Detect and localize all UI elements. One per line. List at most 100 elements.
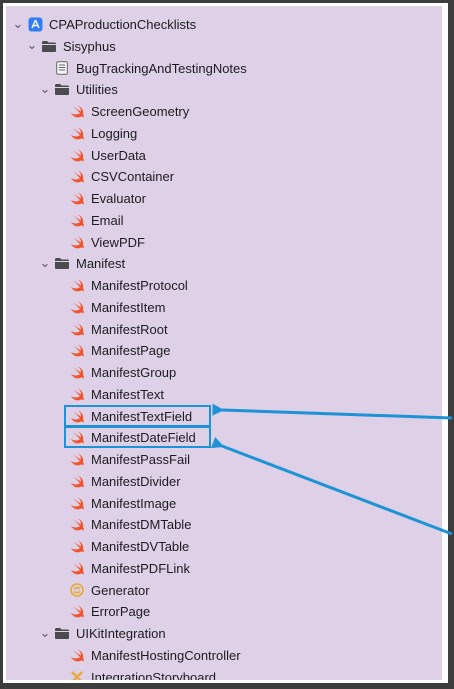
swift-icon xyxy=(69,300,85,314)
navigator-item-label: ManifestDateField xyxy=(91,430,196,446)
swift-icon xyxy=(69,126,85,140)
frame-shadow-right xyxy=(448,0,454,689)
navigator-item-uikitintegration[interactable]: ⌄ UIKitIntegration xyxy=(6,623,442,644)
swift-icon xyxy=(69,561,85,575)
navigator-item-label: Utilities xyxy=(76,82,118,98)
navigator-item-label: UIKitIntegration xyxy=(76,626,166,641)
swift-package-icon xyxy=(69,583,85,597)
navigator-item-label: ManifestPDFLink xyxy=(91,560,190,576)
swift-icon xyxy=(69,540,85,554)
navigator-item-label: Generator xyxy=(91,582,150,598)
navigator-item-generator[interactable]: Generator xyxy=(6,580,442,601)
navigator-item-manifestgroup[interactable]: ManifestGroup xyxy=(6,362,442,383)
text-file-icon xyxy=(54,61,70,75)
navigator-item-label: ManifestRoot xyxy=(91,321,168,337)
navigator-item-email[interactable]: Email xyxy=(6,210,442,231)
folder-icon xyxy=(54,627,70,641)
navigator-item-label: Logging xyxy=(91,125,138,141)
swift-icon xyxy=(69,474,85,488)
navigator-item-label: ManifestPage xyxy=(91,343,171,359)
chevron-down-icon[interactable]: ⌄ xyxy=(26,38,38,51)
navigator-item-label: CSVContainer xyxy=(91,169,175,185)
navigator-item-manifesttext[interactable]: ManifestText xyxy=(6,384,442,405)
navigator-item-label: Email xyxy=(91,212,124,228)
navigator-item-label: ManifestImage xyxy=(91,495,177,511)
navigator-item-cpaproductionchecklists[interactable]: ⌄ CPAProductionChecklists xyxy=(6,14,442,35)
frame-shadow-bottom xyxy=(0,683,454,689)
navigator-item-label: ManifestItem xyxy=(91,299,166,315)
navigator-item-manifestroot[interactable]: ManifestRoot xyxy=(6,319,442,340)
swift-icon xyxy=(69,322,85,336)
swift-icon xyxy=(69,344,85,358)
navigator-item-integrationstoryboard[interactable]: IntegrationStoryboard xyxy=(6,667,442,681)
navigator-item-label: ManifestText xyxy=(91,386,164,402)
project-navigator: ⌄ CPAProductionChecklists ⌄ Sisyphus BugTrac… xyxy=(6,6,442,680)
navigator-item-manifestpassfail[interactable]: ManifestPassFail xyxy=(6,449,442,470)
swift-icon xyxy=(69,518,85,532)
chevron-down-icon[interactable]: ⌄ xyxy=(39,256,51,269)
swift-icon xyxy=(69,431,85,445)
navigator-item-viewpdf[interactable]: ViewPDF xyxy=(6,232,442,253)
folder-icon xyxy=(41,39,57,53)
navigator-item-label: ViewPDF xyxy=(91,234,145,250)
swift-icon xyxy=(69,235,85,249)
navigator-item-errorpage[interactable]: ErrorPage xyxy=(6,601,442,622)
navigator-item-label: Evaluator xyxy=(91,191,146,206)
navigator-item-userdata[interactable]: UserData xyxy=(6,145,442,166)
navigator-item-sisyphus[interactable]: ⌄ Sisyphus xyxy=(6,36,442,57)
navigator-item-manifesthostingcontroller[interactable]: ManifestHostingController xyxy=(6,645,442,666)
swift-icon xyxy=(69,496,85,510)
navigator-item-utilities[interactable]: ⌄ Utilities xyxy=(6,79,442,100)
swift-icon xyxy=(69,170,85,184)
navigator-item-label: ManifestTextField xyxy=(91,408,193,424)
navigator-item-csvcontainer[interactable]: CSVContainer xyxy=(6,166,442,187)
navigator-item-manifestpdflink[interactable]: ManifestPDFLink xyxy=(6,558,442,579)
swift-icon xyxy=(69,453,85,467)
navigator-item-manifestpage[interactable]: ManifestPage xyxy=(6,340,442,361)
navigator-item-screengeometry[interactable]: ScreenGeometry xyxy=(6,101,442,122)
navigator-item-label: ManifestDivider xyxy=(91,473,181,489)
navigator-item-logging[interactable]: Logging xyxy=(6,123,442,144)
navigator-item-manifestitem[interactable]: ManifestItem xyxy=(6,297,442,318)
navigator-item-bugtrackingandtestingnotes[interactable]: BugTrackingAndTestingNotes xyxy=(6,58,442,79)
navigator-item-label: ManifestProtocol xyxy=(91,278,188,293)
chevron-down-icon[interactable]: ⌄ xyxy=(12,17,24,30)
navigator-item-label: ManifestDVTable xyxy=(91,539,190,554)
swift-icon xyxy=(69,648,85,662)
swift-icon xyxy=(69,605,85,619)
swift-icon xyxy=(69,387,85,401)
navigator-item-label: CPAProductionChecklists xyxy=(49,17,197,32)
swift-icon xyxy=(69,105,85,119)
folder-icon xyxy=(54,257,70,271)
navigator-item-label: ManifestPassFail xyxy=(91,452,190,467)
swift-icon xyxy=(69,148,85,162)
navigator-item-manifestdvtable[interactable]: ManifestDVTable xyxy=(6,536,442,557)
folder-icon xyxy=(54,83,70,97)
navigator-item-manifestimage[interactable]: ManifestImage xyxy=(6,493,442,514)
chevron-down-icon[interactable]: ⌄ xyxy=(39,82,51,95)
swift-icon xyxy=(69,279,85,293)
swift-icon xyxy=(69,366,85,380)
navigator-item-manifesttextfield[interactable]: ManifestTextField xyxy=(6,406,442,427)
navigator-item-label: ManifestHostingController xyxy=(91,647,241,663)
navigator-item-label: ErrorPage xyxy=(91,604,151,620)
storyboard-icon xyxy=(69,670,85,680)
swift-icon xyxy=(69,409,85,423)
navigator-item-manifestdivider[interactable]: ManifestDivider xyxy=(6,471,442,492)
navigator-item-evaluator[interactable]: Evaluator xyxy=(6,188,442,209)
navigator-item-label: UserData xyxy=(91,147,146,163)
navigator-item-label: ScreenGeometry xyxy=(91,104,190,119)
swift-icon xyxy=(69,213,85,227)
navigator-item-manifestprotocol[interactable]: ManifestProtocol xyxy=(6,275,442,296)
chevron-down-icon[interactable]: ⌄ xyxy=(39,626,51,639)
navigator-item-label: ManifestGroup xyxy=(91,365,177,380)
project-icon xyxy=(27,17,43,32)
navigator-item-manifestdatefield[interactable]: ManifestDateField xyxy=(6,427,442,448)
navigator-item-label: ManifestDMTable xyxy=(91,517,192,533)
navigator-item-label: Sisyphus xyxy=(63,38,116,54)
navigator-item-manifestdmtable[interactable]: ManifestDMTable xyxy=(6,514,442,535)
navigator-item-label: Manifest xyxy=(76,256,126,272)
navigator-item-label: IntegrationStoryboard xyxy=(91,669,217,681)
navigator-item-manifest[interactable]: ⌄ Manifest xyxy=(6,253,442,274)
navigator-item-label: BugTrackingAndTestingNotes xyxy=(76,60,247,76)
